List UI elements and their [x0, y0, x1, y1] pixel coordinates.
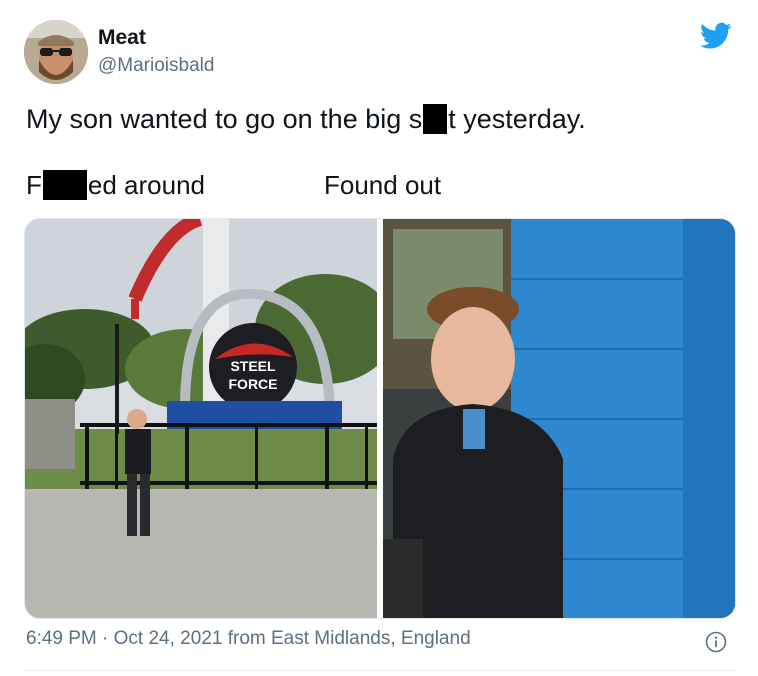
photo-left-image: STEEL FORCE	[25, 219, 377, 618]
avatar-image	[24, 20, 88, 84]
sign-line1: STEEL	[230, 358, 276, 374]
caption-left-suffix: ed around	[87, 170, 205, 200]
display-name[interactable]: Meat	[98, 26, 146, 50]
caption-right: Found out	[324, 170, 442, 200]
tweet-text-before: My son wanted to go on the big s	[26, 104, 423, 134]
caption-left-prefix: F	[26, 170, 42, 200]
tweet-text: My son wanted to go on the big s t yester…	[26, 104, 586, 135]
photo-left[interactable]: STEEL FORCE	[25, 219, 377, 618]
media-grid: STEEL FORCE	[24, 218, 736, 619]
tweet-time[interactable]: 6:49 PM	[26, 628, 97, 649]
user-handle[interactable]: @Marioisbald	[98, 55, 214, 77]
caption-left: Fed around	[26, 170, 205, 201]
tweet-meta: 6:49 PM · Oct 24, 2021 from East Midland…	[26, 628, 471, 650]
sign-line2: FORCE	[229, 376, 278, 392]
info-icon[interactable]	[705, 631, 727, 653]
tweet-date[interactable]: Oct 24, 2021	[114, 628, 223, 649]
tweet-text-after: t yesterday.	[448, 104, 586, 134]
avatar[interactable]	[24, 20, 88, 84]
photo-right[interactable]	[383, 219, 735, 618]
censor-block	[423, 104, 448, 134]
photo-right-image	[383, 219, 735, 618]
tweet-location: from East Midlands, England	[227, 628, 471, 649]
tweet-card: Meat @Marioisbald My son wanted to go on…	[0, 0, 758, 676]
censor-block	[42, 170, 87, 200]
twitter-bird-icon[interactable]	[700, 22, 732, 50]
meta-separator: ·	[102, 628, 109, 649]
divider	[24, 670, 736, 671]
